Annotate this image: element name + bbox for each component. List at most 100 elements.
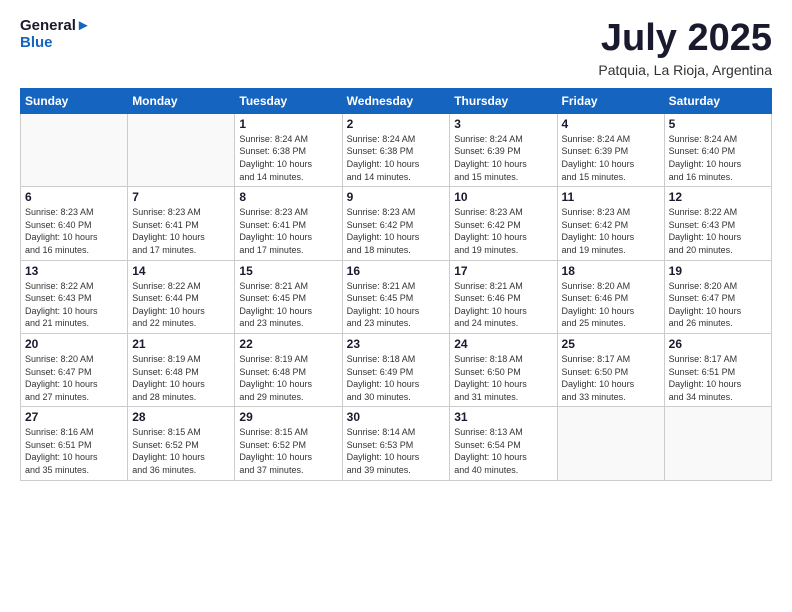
day-info: Sunrise: 8:24 AM Sunset: 6:39 PM Dayligh…	[454, 133, 552, 183]
day-info: Sunrise: 8:24 AM Sunset: 6:40 PM Dayligh…	[669, 133, 767, 183]
day-number: 20	[25, 337, 123, 351]
header-area: General► Blue July 2025 Patquia, La Rioj…	[20, 18, 772, 78]
day-info: Sunrise: 8:24 AM Sunset: 6:39 PM Dayligh…	[562, 133, 660, 183]
day-cell: 13 Sunrise: 8:22 AM Sunset: 6:43 PM Dayli…	[21, 260, 128, 333]
day-cell: 27Sunrise: 8:16 AM Sunset: 6:51 PM Dayli…	[21, 407, 128, 480]
day-info: Sunrise: 8:14 AM Sunset: 6:53 PM Dayligh…	[347, 426, 446, 476]
day-cell: 23 Sunrise: 8:18 AM Sunset: 6:49 PM Dayli…	[342, 333, 450, 406]
week-row-5: 27Sunrise: 8:16 AM Sunset: 6:51 PM Dayli…	[21, 407, 772, 480]
day-number: 7	[132, 190, 230, 204]
week-row-3: 13 Sunrise: 8:22 AM Sunset: 6:43 PM Dayli…	[21, 260, 772, 333]
day-info: Sunrise: 8:23 AM Sunset: 6:41 PM Dayligh…	[132, 206, 230, 256]
header-friday: Friday	[557, 88, 664, 113]
week-row-1: 1Sunrise: 8:24 AM Sunset: 6:38 PM Daylig…	[21, 113, 772, 186]
header-sunday: Sunday	[21, 88, 128, 113]
day-info: Sunrise: 8:23 AM Sunset: 6:41 PM Dayligh…	[239, 206, 337, 256]
day-info: Sunrise: 8:20 AM Sunset: 6:47 PM Dayligh…	[669, 280, 767, 330]
day-cell: 22 Sunrise: 8:19 AM Sunset: 6:48 PM Dayli…	[235, 333, 342, 406]
calendar: Sunday Monday Tuesday Wednesday Thursday…	[20, 88, 772, 481]
day-info: Sunrise: 8:22 AM Sunset: 6:43 PM Dayligh…	[25, 280, 123, 330]
day-cell: 24 Sunrise: 8:18 AM Sunset: 6:50 PM Dayli…	[450, 333, 557, 406]
day-cell: 30 Sunrise: 8:14 AM Sunset: 6:53 PM Dayli…	[342, 407, 450, 480]
day-info: Sunrise: 8:18 AM Sunset: 6:50 PM Dayligh…	[454, 353, 552, 403]
day-number: 28	[132, 410, 230, 424]
day-cell: 8 Sunrise: 8:23 AM Sunset: 6:41 PM Daylig…	[235, 187, 342, 260]
day-number: 10	[454, 190, 552, 204]
day-number: 31	[454, 410, 552, 424]
day-cell: 14Sunrise: 8:22 AM Sunset: 6:44 PM Dayli…	[128, 260, 235, 333]
day-number: 11	[562, 190, 660, 204]
page: General► Blue July 2025 Patquia, La Rioj…	[0, 0, 792, 612]
day-cell: 11Sunrise: 8:23 AM Sunset: 6:42 PM Dayli…	[557, 187, 664, 260]
day-cell: 6 Sunrise: 8:23 AM Sunset: 6:40 PM Daylig…	[21, 187, 128, 260]
day-cell: 29 Sunrise: 8:15 AM Sunset: 6:52 PM Dayli…	[235, 407, 342, 480]
day-number: 1	[239, 117, 337, 131]
day-cell: 15 Sunrise: 8:21 AM Sunset: 6:45 PM Dayli…	[235, 260, 342, 333]
day-number: 5	[669, 117, 767, 131]
day-cell: 21Sunrise: 8:19 AM Sunset: 6:48 PM Dayli…	[128, 333, 235, 406]
day-number: 8	[239, 190, 337, 204]
day-number: 19	[669, 264, 767, 278]
day-cell	[21, 113, 128, 186]
day-info: Sunrise: 8:23 AM Sunset: 6:42 PM Dayligh…	[454, 206, 552, 256]
day-info: Sunrise: 8:22 AM Sunset: 6:44 PM Dayligh…	[132, 280, 230, 330]
day-info: Sunrise: 8:21 AM Sunset: 6:45 PM Dayligh…	[347, 280, 446, 330]
day-info: Sunrise: 8:23 AM Sunset: 6:40 PM Dayligh…	[25, 206, 123, 256]
day-number: 26	[669, 337, 767, 351]
day-number: 3	[454, 117, 552, 131]
day-cell: 1Sunrise: 8:24 AM Sunset: 6:38 PM Daylig…	[235, 113, 342, 186]
day-info: Sunrise: 8:17 AM Sunset: 6:51 PM Dayligh…	[669, 353, 767, 403]
month-title: July 2025	[598, 18, 772, 60]
week-row-4: 20Sunrise: 8:20 AM Sunset: 6:47 PM Dayli…	[21, 333, 772, 406]
day-number: 18	[562, 264, 660, 278]
day-info: Sunrise: 8:13 AM Sunset: 6:54 PM Dayligh…	[454, 426, 552, 476]
day-info: Sunrise: 8:22 AM Sunset: 6:43 PM Dayligh…	[669, 206, 767, 256]
day-number: 12	[669, 190, 767, 204]
day-info: Sunrise: 8:19 AM Sunset: 6:48 PM Dayligh…	[132, 353, 230, 403]
day-cell: 20Sunrise: 8:20 AM Sunset: 6:47 PM Dayli…	[21, 333, 128, 406]
day-info: Sunrise: 8:19 AM Sunset: 6:48 PM Dayligh…	[239, 353, 337, 403]
day-cell: 3 Sunrise: 8:24 AM Sunset: 6:39 PM Daylig…	[450, 113, 557, 186]
header-wednesday: Wednesday	[342, 88, 450, 113]
day-number: 23	[347, 337, 446, 351]
day-cell: 12 Sunrise: 8:22 AM Sunset: 6:43 PM Dayli…	[664, 187, 771, 260]
day-number: 22	[239, 337, 337, 351]
day-cell	[557, 407, 664, 480]
header-saturday: Saturday	[664, 88, 771, 113]
day-number: 2	[347, 117, 446, 131]
header-tuesday: Tuesday	[235, 88, 342, 113]
day-info: Sunrise: 8:18 AM Sunset: 6:49 PM Dayligh…	[347, 353, 446, 403]
day-number: 15	[239, 264, 337, 278]
weekday-header-row: Sunday Monday Tuesday Wednesday Thursday…	[21, 88, 772, 113]
day-cell: 17Sunrise: 8:21 AM Sunset: 6:46 PM Dayli…	[450, 260, 557, 333]
day-cell: 16Sunrise: 8:21 AM Sunset: 6:45 PM Dayli…	[342, 260, 450, 333]
day-info: Sunrise: 8:16 AM Sunset: 6:51 PM Dayligh…	[25, 426, 123, 476]
location-title: Patquia, La Rioja, Argentina	[598, 62, 772, 78]
day-cell: 26 Sunrise: 8:17 AM Sunset: 6:51 PM Dayli…	[664, 333, 771, 406]
day-number: 30	[347, 410, 446, 424]
day-cell	[664, 407, 771, 480]
day-cell: 5 Sunrise: 8:24 AM Sunset: 6:40 PM Daylig…	[664, 113, 771, 186]
logo: General► Blue	[20, 18, 91, 51]
day-cell: 25Sunrise: 8:17 AM Sunset: 6:50 PM Dayli…	[557, 333, 664, 406]
day-cell: 2Sunrise: 8:24 AM Sunset: 6:38 PM Daylig…	[342, 113, 450, 186]
day-info: Sunrise: 8:21 AM Sunset: 6:45 PM Dayligh…	[239, 280, 337, 330]
day-number: 6	[25, 190, 123, 204]
day-info: Sunrise: 8:15 AM Sunset: 6:52 PM Dayligh…	[132, 426, 230, 476]
day-cell: 9Sunrise: 8:23 AM Sunset: 6:42 PM Daylig…	[342, 187, 450, 260]
week-row-2: 6 Sunrise: 8:23 AM Sunset: 6:40 PM Daylig…	[21, 187, 772, 260]
day-number: 29	[239, 410, 337, 424]
day-cell: 28 Sunrise: 8:15 AM Sunset: 6:52 PM Dayli…	[128, 407, 235, 480]
day-cell: 10 Sunrise: 8:23 AM Sunset: 6:42 PM Dayli…	[450, 187, 557, 260]
day-cell: 4 Sunrise: 8:24 AM Sunset: 6:39 PM Daylig…	[557, 113, 664, 186]
day-number: 4	[562, 117, 660, 131]
day-info: Sunrise: 8:15 AM Sunset: 6:52 PM Dayligh…	[239, 426, 337, 476]
day-number: 9	[347, 190, 446, 204]
day-number: 25	[562, 337, 660, 351]
day-info: Sunrise: 8:21 AM Sunset: 6:46 PM Dayligh…	[454, 280, 552, 330]
day-cell: 19 Sunrise: 8:20 AM Sunset: 6:47 PM Dayli…	[664, 260, 771, 333]
title-area: July 2025 Patquia, La Rioja, Argentina	[598, 18, 772, 78]
day-number: 13	[25, 264, 123, 278]
day-number: 24	[454, 337, 552, 351]
header-thursday: Thursday	[450, 88, 557, 113]
